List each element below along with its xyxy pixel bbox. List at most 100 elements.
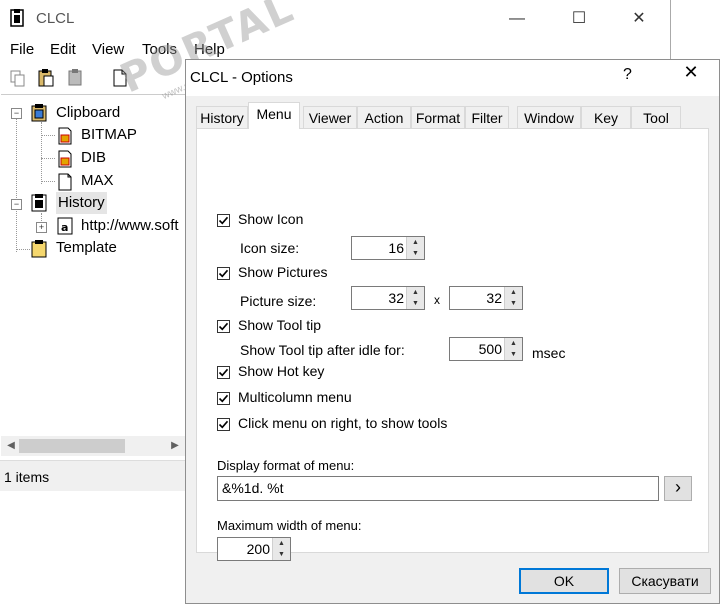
options-dialog: CLCL - Options ? ✕ History Menu Viewer A… bbox=[185, 59, 720, 604]
tree-item-bitmap[interactable]: BITMAP bbox=[81, 124, 137, 146]
max-format-icon bbox=[58, 173, 72, 191]
svg-text:a: a bbox=[61, 221, 68, 234]
ok-button[interactable]: OK bbox=[519, 568, 609, 594]
icon-size-value[interactable]: 16 bbox=[388, 240, 404, 256]
status-bar: 1 items bbox=[0, 460, 185, 491]
tree-connector bbox=[41, 158, 55, 159]
spin-down-icon[interactable]: ▼ bbox=[505, 349, 522, 360]
max-width-label: Maximum width of menu: bbox=[217, 518, 362, 533]
tree-connector bbox=[41, 135, 55, 136]
bitmap-format-icon bbox=[58, 127, 72, 145]
picture-height-spinner[interactable]: 32 ▲ ▼ bbox=[449, 286, 523, 310]
show-tooltip-checkbox[interactable] bbox=[217, 320, 230, 333]
cancel-button[interactable]: Скасувати bbox=[619, 568, 711, 594]
checkmark-icon bbox=[218, 394, 229, 403]
scroll-left-arrow-icon[interactable]: ◀ bbox=[3, 438, 19, 454]
tab-key[interactable]: Key bbox=[581, 106, 631, 128]
spin-down-icon[interactable]: ▼ bbox=[407, 298, 424, 309]
picture-height-value[interactable]: 32 bbox=[486, 290, 502, 306]
show-pictures-checkbox[interactable] bbox=[217, 267, 230, 280]
clipboard-collapse-toggle[interactable]: − bbox=[11, 108, 22, 119]
checkmark-icon bbox=[218, 322, 229, 331]
show-tooltip-label[interactable]: Show Tool tip bbox=[238, 317, 321, 333]
main-window-title: CLCL bbox=[36, 10, 75, 27]
spin-down-icon[interactable]: ▼ bbox=[273, 549, 290, 560]
multicolumn-checkbox[interactable] bbox=[217, 392, 230, 405]
click-right-label[interactable]: Click menu on right, to show tools bbox=[238, 415, 447, 431]
tab-viewer[interactable]: Viewer bbox=[303, 106, 357, 128]
click-right-checkbox[interactable] bbox=[217, 418, 230, 431]
checkmark-icon bbox=[218, 216, 229, 225]
dib-format-icon bbox=[58, 150, 72, 168]
max-width-value[interactable]: 200 bbox=[247, 541, 270, 557]
picture-size-separator: x bbox=[434, 293, 440, 307]
picture-width-spinner[interactable]: 32 ▲ ▼ bbox=[351, 286, 425, 310]
multicolumn-label[interactable]: Multicolumn menu bbox=[238, 389, 352, 405]
show-icon-checkbox[interactable] bbox=[217, 214, 230, 227]
tree-item-history[interactable]: History bbox=[56, 192, 107, 214]
dialog-close-button[interactable]: ✕ bbox=[676, 62, 706, 83]
clipboard-history-icon[interactable] bbox=[66, 68, 86, 88]
tree-item-history-entry[interactable]: http://www.soft bbox=[81, 215, 179, 237]
help-button[interactable]: ? bbox=[623, 66, 632, 84]
template-icon bbox=[31, 240, 47, 258]
chevron-right-icon: › bbox=[675, 477, 681, 497]
tab-history[interactable]: History bbox=[196, 106, 248, 128]
picture-width-value[interactable]: 32 bbox=[388, 290, 404, 306]
tooltip-idle-label: Show Tool tip after idle for: bbox=[240, 342, 405, 358]
history-item-expand-toggle[interactable]: + bbox=[36, 222, 47, 233]
history-collapse-toggle[interactable]: − bbox=[11, 199, 22, 210]
icon-size-label: Icon size: bbox=[240, 240, 300, 256]
tooltip-idle-spinner[interactable]: 500 ▲ ▼ bbox=[449, 337, 523, 361]
spin-down-icon[interactable]: ▼ bbox=[505, 298, 522, 309]
tree-horizontal-scrollbar[interactable]: ◀ ▶ bbox=[1, 436, 185, 456]
tab-tool[interactable]: Tool bbox=[631, 106, 681, 128]
tab-menu[interactable]: Menu bbox=[248, 102, 300, 129]
tooltip-idle-value[interactable]: 500 bbox=[479, 341, 502, 357]
tab-filter[interactable]: Filter bbox=[465, 106, 509, 128]
tree-connector bbox=[41, 122, 42, 184]
menu-file[interactable]: File bbox=[10, 41, 34, 58]
scroll-right-arrow-icon[interactable]: ▶ bbox=[167, 438, 183, 454]
show-hotkey-label[interactable]: Show Hot key bbox=[238, 363, 324, 379]
maximize-button[interactable]: ☐ bbox=[562, 4, 596, 34]
picture-size-label: Picture size: bbox=[240, 293, 317, 309]
minimize-button[interactable]: — bbox=[500, 4, 534, 34]
menu-tab-panel: Show Icon Icon size: 16 ▲ ▼ Show Pictures… bbox=[196, 128, 709, 561]
tooltip-idle-unit: msec bbox=[532, 345, 566, 361]
history-icon bbox=[31, 194, 47, 212]
item-tree[interactable]: − Clipboard BITMAP DIB MAX − History + a… bbox=[1, 94, 185, 437]
main-close-button[interactable]: ✕ bbox=[622, 4, 656, 34]
tree-connector bbox=[16, 249, 30, 250]
tab-action[interactable]: Action bbox=[357, 106, 411, 128]
tree-item-max[interactable]: MAX bbox=[81, 170, 114, 192]
show-hotkey-checkbox[interactable] bbox=[217, 366, 230, 379]
paste-icon[interactable] bbox=[36, 68, 56, 88]
scrollbar-thumb[interactable] bbox=[19, 439, 125, 453]
dialog-title: CLCL - Options bbox=[190, 69, 293, 86]
tree-connector bbox=[16, 117, 17, 252]
menu-edit[interactable]: Edit bbox=[50, 41, 76, 58]
text-item-icon: a bbox=[57, 217, 73, 235]
tree-item-dib[interactable]: DIB bbox=[81, 147, 106, 169]
display-format-label: Display format of menu: bbox=[217, 458, 355, 473]
tree-item-template[interactable]: Template bbox=[56, 237, 117, 259]
copy-icon[interactable] bbox=[8, 68, 28, 88]
tab-window[interactable]: Window bbox=[517, 106, 581, 128]
checkmark-icon bbox=[218, 368, 229, 377]
tab-format[interactable]: Format bbox=[411, 106, 465, 128]
tree-connector bbox=[41, 181, 55, 182]
max-width-spinner[interactable]: 200 ▲ ▼ bbox=[217, 537, 291, 561]
clcl-app-icon bbox=[10, 9, 24, 27]
checkmark-icon bbox=[218, 420, 229, 429]
clipboard-icon bbox=[31, 104, 47, 122]
format-options-button[interactable]: › bbox=[664, 476, 692, 501]
dialog-title-bar[interactable]: CLCL - Options ? ✕ bbox=[186, 60, 719, 96]
status-item-count: 1 items bbox=[4, 469, 50, 485]
spin-down-icon[interactable]: ▼ bbox=[407, 248, 424, 259]
icon-size-spinner[interactable]: 16 ▲ ▼ bbox=[351, 236, 425, 260]
display-format-input[interactable]: &%1d. %t bbox=[217, 476, 659, 501]
show-icon-label[interactable]: Show Icon bbox=[238, 211, 303, 227]
show-pictures-label[interactable]: Show Pictures bbox=[238, 264, 327, 280]
checkmark-icon bbox=[218, 269, 229, 278]
